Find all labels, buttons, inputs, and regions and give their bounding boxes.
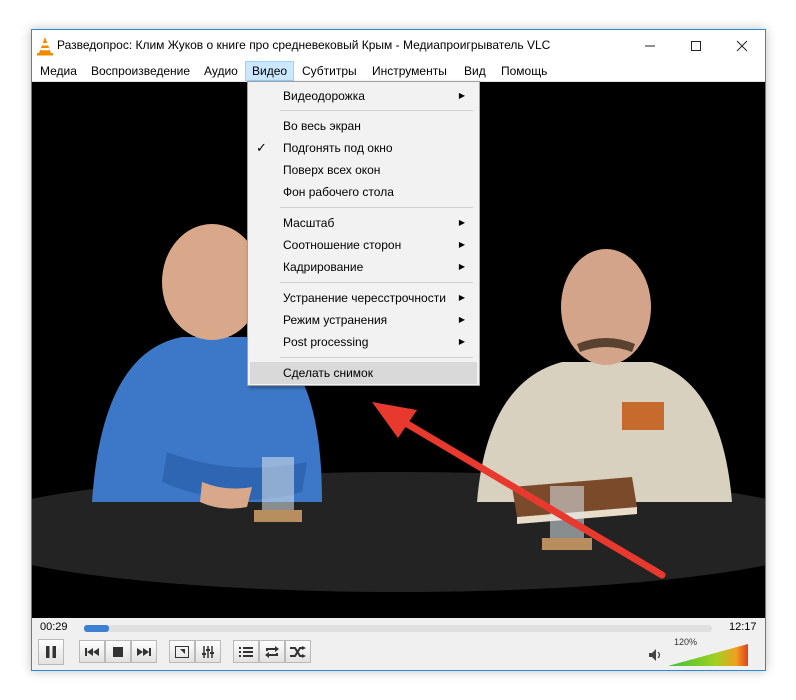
maximize-button[interactable] <box>673 30 719 61</box>
menu-separator <box>280 282 473 283</box>
menu-separator <box>280 357 473 358</box>
submenu-arrow-icon: ▶ <box>458 315 465 324</box>
menu-media[interactable]: Медиа <box>34 61 83 81</box>
fullscreen-icon <box>175 645 189 658</box>
next-button[interactable] <box>131 640 157 663</box>
minimize-icon <box>645 45 655 46</box>
menu-playback[interactable]: Воспроизведение <box>85 61 196 81</box>
previous-button[interactable] <box>79 640 105 663</box>
menu-item-fit-window[interactable]: ✓ Подгонять под окно <box>250 137 477 159</box>
equalizer-icon <box>202 645 214 658</box>
shuffle-icon <box>290 645 306 658</box>
volume-control[interactable]: 120% <box>640 637 750 668</box>
speaker-icon[interactable] <box>648 648 662 662</box>
menu-separator <box>280 207 473 208</box>
menu-item-zoom[interactable]: Масштаб ▶ <box>250 212 477 234</box>
right-person-head <box>561 249 651 365</box>
vlc-cone-icon <box>37 37 53 56</box>
volume-level <box>668 644 748 666</box>
menu-audio[interactable]: Аудио <box>198 61 244 81</box>
controls-bar: 00:29 12:17 120% <box>32 618 765 670</box>
previous-icon <box>85 647 99 656</box>
next-icon <box>137 647 151 656</box>
extended-settings-button[interactable] <box>195 640 221 663</box>
submenu-arrow-icon: ▶ <box>458 337 465 346</box>
minimize-button[interactable] <box>627 30 673 61</box>
video-menu-dropdown: Видеодорожка ▶ Во весь экран ✓ Подгонять… <box>247 81 480 386</box>
menu-item-deinterlace[interactable]: Устранение чересстрочности ▶ <box>250 287 477 309</box>
menu-item-video-track[interactable]: Видеодорожка ▶ <box>250 85 477 107</box>
close-button[interactable] <box>719 30 765 61</box>
maximize-icon <box>691 40 701 51</box>
vlc-window: Разведопрос: Клим Жуков о книге про сред… <box>31 29 766 671</box>
fullscreen-button[interactable] <box>169 640 195 663</box>
submenu-arrow-icon: ▶ <box>458 240 465 249</box>
menu-tools[interactable]: Инструменты <box>366 61 453 81</box>
submenu-arrow-icon: ▶ <box>458 91 465 100</box>
menu-item-post-processing[interactable]: Post processing ▶ <box>250 331 477 353</box>
pause-icon <box>46 646 56 658</box>
window-title: Разведопрос: Клим Жуков о книге про сред… <box>57 38 551 52</box>
menu-item-deinterlace-mode[interactable]: Режим устранения ▶ <box>250 309 477 331</box>
volume-slider[interactable] <box>668 644 748 666</box>
menu-subtitles[interactable]: Субтитры <box>296 61 363 81</box>
menu-item-fullscreen[interactable]: Во весь экран <box>250 115 477 137</box>
stop-button[interactable] <box>105 640 131 663</box>
playlist-icon <box>239 646 253 657</box>
menu-item-wallpaper[interactable]: Фон рабочего стола <box>250 181 477 203</box>
menu-item-aspect-ratio[interactable]: Соотношение сторон ▶ <box>250 234 477 256</box>
loop-icon <box>265 645 279 658</box>
menu-video[interactable]: Видео <box>245 61 295 81</box>
menu-item-crop[interactable]: Кадрирование ▶ <box>250 256 477 278</box>
menu-item-always-on-top[interactable]: Поверх всех окон <box>250 159 477 181</box>
loop-button[interactable] <box>259 640 285 663</box>
stop-icon <box>113 646 123 657</box>
elapsed-time: 00:29 <box>40 621 68 633</box>
shuffle-button[interactable] <box>285 640 311 663</box>
close-icon <box>736 40 748 51</box>
menu-help[interactable]: Помощь <box>495 61 553 81</box>
left-glass <box>262 457 294 517</box>
submenu-arrow-icon: ▶ <box>458 218 465 227</box>
seek-bar-fill <box>84 625 110 632</box>
menu-item-take-snapshot[interactable]: Сделать снимок <box>250 362 477 384</box>
menu-bar: Медиа Воспроизведение Аудио Видео Субтит… <box>32 61 765 82</box>
submenu-arrow-icon: ▶ <box>458 262 465 271</box>
playlist-button[interactable] <box>233 640 259 663</box>
checkmark-icon: ✓ <box>256 140 267 155</box>
title-bar: Разведопрос: Клим Жуков о книге про сред… <box>32 30 765 61</box>
seek-bar[interactable] <box>84 625 712 632</box>
total-time: 12:17 <box>729 621 757 633</box>
menu-view[interactable]: Вид <box>458 61 492 81</box>
submenu-arrow-icon: ▶ <box>458 293 465 302</box>
menu-separator <box>280 110 473 111</box>
play-button[interactable] <box>38 639 64 665</box>
